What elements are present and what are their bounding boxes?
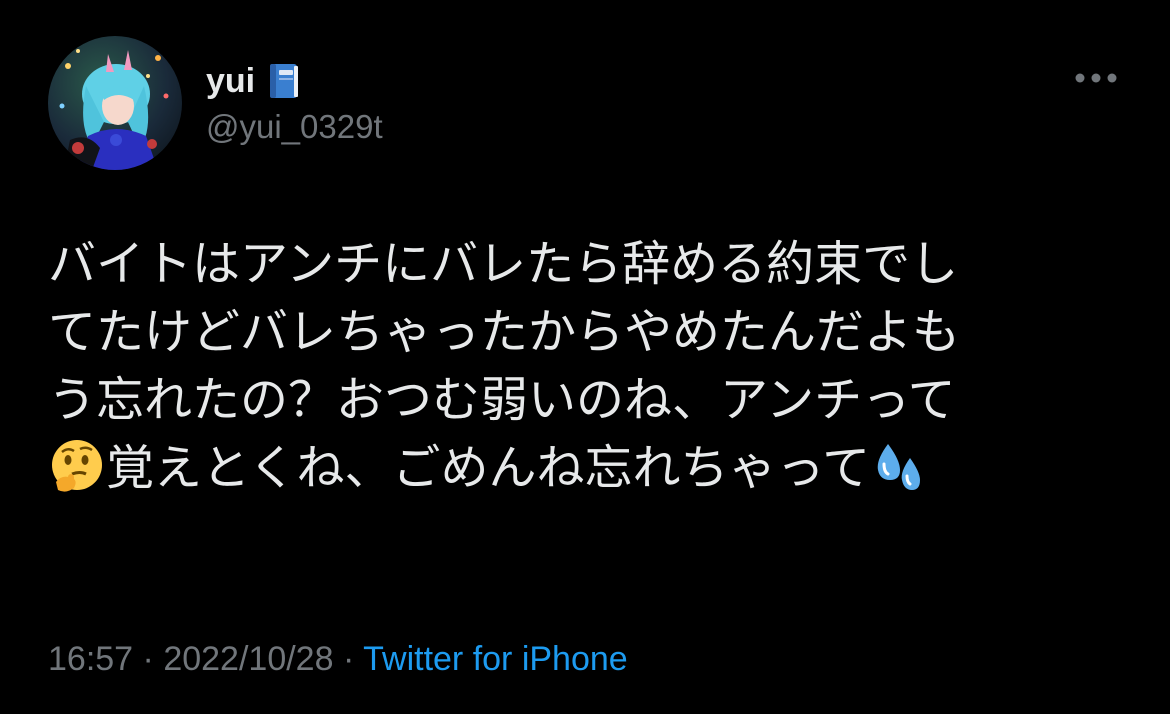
tweet-text-line-2: てたけどバレちゃったからやめたんだよも — [48, 304, 961, 360]
tweet-meta: 16:57 · 2022/10/28 · Twitter for iPhone — [48, 640, 628, 679]
author-handle[interactable]: @yui_0329t — [206, 108, 383, 146]
more-options-button[interactable] — [1066, 58, 1126, 98]
blue-book-emoji-icon — [270, 64, 299, 98]
sweat-droplets-emoji-icon — [877, 444, 921, 490]
display-name[interactable]: yui — [206, 62, 255, 101]
author-name-row[interactable]: yui — [206, 58, 301, 104]
more-horizontal-icon — [1075, 73, 1117, 83]
meta-separator-2: · — [342, 640, 355, 678]
tweet-text-line-1: バイトはアンチにバレたら辞める約束でし — [48, 236, 959, 292]
thinking-face-emoji-icon — [52, 440, 102, 492]
tweet-text: バイトはアンチにバレたら辞める約束でし てたけどバレちゃったからやめたんだよも … — [48, 230, 1128, 502]
tweet-text-line-4: 覚えとくね、ごめんね忘れちゃって — [48, 434, 1128, 502]
profile-photo — [59, 49, 169, 170]
tweet-time[interactable]: 16:57 — [48, 640, 133, 678]
tweet-text-line-3: う忘れたの？おつむ弱いのね、アンチって — [48, 372, 956, 428]
tweet-date[interactable]: 2022/10/28 — [163, 640, 333, 678]
meta-separator-1: · — [142, 640, 154, 678]
tweet-source-link[interactable]: Twitter for iPhone — [363, 640, 628, 678]
tweet-text-line-4-text: 覚えとくね、ごめんね忘れちゃって — [106, 440, 871, 496]
avatar[interactable] — [48, 36, 182, 170]
